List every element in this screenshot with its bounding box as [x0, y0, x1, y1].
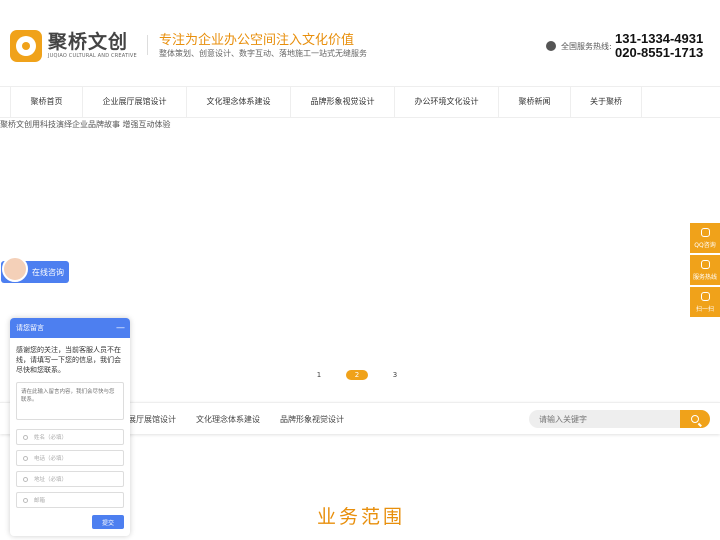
hotline-phone-2: 020-8551-1713	[615, 45, 704, 60]
float-qq[interactable]: QQ咨询	[690, 223, 720, 253]
slogan-sub: 整体策划、创意设计、数字互动、落地施工一站式无缝服务	[159, 49, 367, 58]
slider-dot[interactable]: 1	[308, 370, 330, 380]
header-divider	[147, 35, 148, 55]
logo-english: JUQIAO CULTURAL AND CREATIVE	[48, 53, 137, 59]
nav-item-office[interactable]: 办公环境文化设计	[394, 87, 498, 117]
float-hotline-label: 服务热线	[692, 273, 717, 281]
mail-icon	[23, 497, 28, 503]
logo-name: 聚桥文创	[48, 31, 129, 53]
slider-pagination: 1 2 3	[308, 370, 406, 380]
qrcode-icon	[700, 291, 710, 301]
search-icon	[691, 415, 699, 423]
category-link-brand[interactable]: 品牌形象视觉设计	[280, 414, 344, 425]
name-field-placeholder: 姓名（必填）	[34, 435, 68, 441]
float-scan[interactable]: 扫一扫	[690, 287, 720, 317]
widget-title: 请您留言	[16, 324, 44, 332]
phone-field-placeholder: 电话（必填）	[34, 456, 68, 462]
category-links: 展厅展馆设计 文化理念体系建设 品牌形象视觉设计	[128, 414, 344, 425]
nav-item-culture[interactable]: 文化理念体系建设	[186, 87, 290, 117]
phone-field[interactable]: 电话（必填）	[16, 450, 124, 466]
float-scan-label: 扫一扫	[695, 305, 714, 313]
email-field[interactable]: 邮箱	[16, 492, 124, 508]
nav-item-home[interactable]: 聚桥首页	[10, 87, 82, 117]
name-field[interactable]: 姓名（必填）	[16, 429, 124, 445]
qq-icon	[700, 227, 710, 237]
phone-icon	[23, 455, 28, 461]
slogan-main: 专注为企业办公空间注入文化价值	[159, 33, 355, 48]
main-nav: 聚桥首页 企业展厅展馆设计 文化理念体系建设 品牌形象视觉设计 办公环境文化设计…	[0, 86, 720, 118]
agent-avatar	[2, 256, 28, 282]
float-qq-label: QQ咨询	[694, 241, 716, 249]
hotline-numbers: 131-1334-4931 020-8551-1713	[615, 32, 703, 60]
nav-item-exhibition[interactable]: 企业展厅展馆设计	[82, 87, 186, 117]
nav-item-about[interactable]: 关于聚桥	[570, 87, 642, 117]
nav-item-brand[interactable]: 品牌形象视觉设计	[290, 87, 394, 117]
section-title: 业务范围	[317, 506, 406, 528]
category-link-exhibition[interactable]: 展厅展馆设计	[128, 414, 176, 425]
search-button[interactable]	[680, 410, 710, 428]
category-link-culture[interactable]: 文化理念体系建设	[196, 414, 260, 425]
user-icon	[23, 434, 28, 440]
phone-icon	[546, 41, 556, 51]
location-icon	[23, 476, 28, 482]
address-field-placeholder: 地址（必填）	[34, 477, 68, 483]
nav-item-news[interactable]: 聚桥新闻	[498, 87, 570, 117]
leave-message-widget: 请您留言 — 感谢您的关注，当前客服人员不在线，请填写一下您的信息，我们会尽快和…	[10, 318, 130, 536]
hotline-label: 全国服务热线:	[561, 42, 612, 51]
logo-text: 聚桥文创 JUQIAO CULTURAL AND CREATIVE	[48, 32, 137, 60]
logo[interactable]: 聚桥文创 JUQIAO CULTURAL AND CREATIVE	[10, 29, 140, 63]
slider-dot[interactable]: 3	[384, 370, 406, 380]
right-float-bar: QQ咨询 服务热线 扫一扫	[690, 223, 720, 319]
message-textarea[interactable]	[16, 382, 124, 420]
logo-mark-icon	[10, 30, 42, 62]
site-header: 聚桥文创 JUQIAO CULTURAL AND CREATIVE 专注为企业办…	[0, 0, 720, 86]
hotline-phone-1: 131-1334-4931	[615, 31, 704, 46]
widget-header: 请您留言 —	[10, 318, 130, 338]
online-chat-label: 在线咨询	[32, 267, 64, 277]
phone-icon	[700, 259, 710, 269]
email-field-placeholder: 邮箱	[34, 498, 46, 504]
minimize-icon[interactable]: —	[116, 318, 125, 338]
submit-button[interactable]: 提交	[92, 515, 124, 529]
float-hotline[interactable]: 服务热线	[690, 255, 720, 285]
banner-image-alt: 聚桥文创用科技演绎企业品牌故事 增强互动体验	[0, 120, 171, 129]
widget-intro: 感谢您的关注，当前客服人员不在线，请填写一下您的信息，我们会尽快和您联系。	[16, 346, 121, 374]
online-chat-button[interactable]: 在线咨询	[1, 256, 69, 283]
slider-dot-active[interactable]: 2	[346, 370, 368, 380]
address-field[interactable]: 地址（必填）	[16, 471, 124, 487]
